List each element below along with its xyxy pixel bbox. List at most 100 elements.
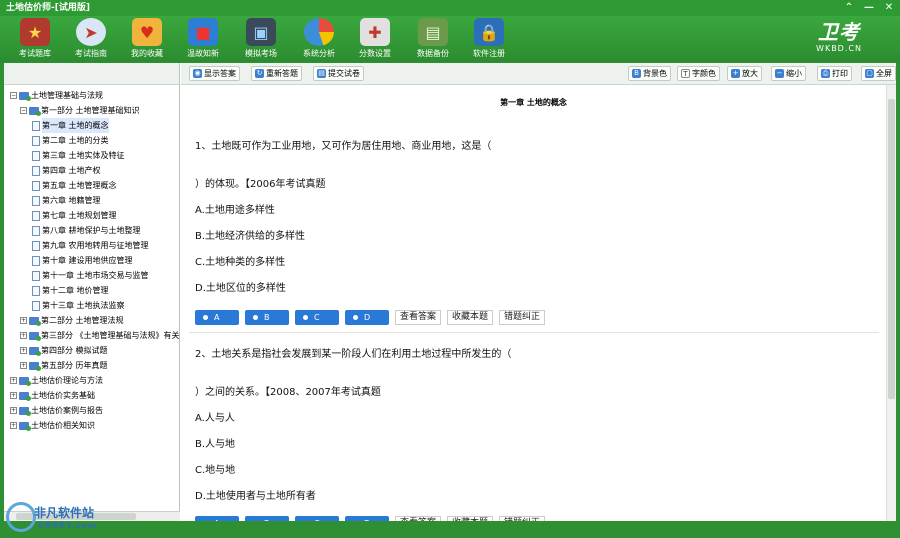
print-button[interactable]: ⎙ 打印	[817, 66, 852, 81]
question-panel: ◉ 显示答案 ↻ 重新答题 ▤ 提交试卷 B 背景色 T 字颜色 + 放大 − 缩小 ⎙ 打印 …	[181, 63, 896, 521]
expand-icon[interactable]: +	[10, 407, 17, 414]
q1-report-error-button[interactable]: 错题纠正	[499, 310, 546, 325]
tree-folder-node[interactable]: + 土地估价相关知识	[10, 418, 95, 433]
toolbar-exam-guide-button[interactable]: ➤ 考试指南	[62, 18, 120, 62]
tree-chapter-node[interactable]: 第十三章 土地执法监察	[32, 298, 125, 313]
expand-icon[interactable]: +	[10, 392, 17, 399]
document-icon	[32, 150, 40, 161]
tree-chapter-node[interactable]: 第三章 土地实体及特征	[32, 148, 125, 163]
minimize-icon[interactable]: —	[862, 1, 876, 14]
tree-folder-node[interactable]: + 第四部分 模拟试题	[20, 343, 108, 358]
toolbar-favorites-button[interactable]: ♥ 我的收藏	[118, 18, 176, 62]
refresh-icon: ↻	[255, 69, 264, 78]
tree-chapter-node[interactable]: 第十一章 土地市场交易与监管	[32, 268, 149, 283]
q1-answer-c-button[interactable]: C	[295, 310, 339, 325]
tree-chapter-node[interactable]: 第一章 土地的概念	[32, 118, 109, 133]
tree-folder-node[interactable]: + 第二部分 土地管理法规	[20, 313, 124, 328]
toolbar-analysis-button[interactable]: 系统分析	[290, 18, 348, 62]
heart-icon: ♥	[132, 18, 162, 46]
zoom-in-button[interactable]: + 放大	[727, 66, 762, 81]
q1-answer-a-button[interactable]: A	[195, 310, 239, 325]
tree-node-label: 土地估价理论与方法	[31, 376, 103, 385]
question-1-text-cont: ）的体现。【2006年考试真题	[195, 179, 326, 190]
toolbar-review-button[interactable]: ■ 温故知新	[174, 18, 232, 62]
document-icon	[32, 300, 40, 311]
toolbar-backup-button[interactable]: ▤ 数据备份	[404, 18, 462, 62]
restart-button[interactable]: ↻ 重新答题	[251, 66, 302, 81]
tree-node-label: 第九章 农用地转用与征地管理	[42, 241, 149, 250]
button-label: 缩小	[786, 69, 802, 78]
background-color-button[interactable]: B 背景色	[628, 66, 671, 81]
tree-folder-node[interactable]: + 土地估价理论与方法	[10, 373, 103, 388]
font-color-button[interactable]: T 字颜色	[677, 66, 720, 81]
folder-icon	[19, 376, 31, 386]
expand-icon[interactable]: +	[10, 377, 17, 384]
watermark-text: 非凡软件站	[34, 506, 95, 520]
tree-chapter-node[interactable]: 第二章 土地的分类	[32, 133, 109, 148]
tree-node-label: 第十二章 地价管理	[42, 286, 109, 295]
document-icon	[32, 195, 40, 206]
tree-folder-node[interactable]: + 土地估价实务基础	[10, 388, 95, 403]
tree-chapter-node[interactable]: 第六章 地籍管理	[32, 193, 101, 208]
radio-icon	[303, 315, 308, 320]
q1-favorite-button[interactable]: 收藏本题	[447, 310, 494, 325]
window-title-bar: 土地估价师-[试用版] ⌃ — ✕	[0, 0, 900, 16]
expand-icon[interactable]: +	[10, 422, 17, 429]
expand-icon[interactable]: +	[20, 332, 27, 339]
zoom-out-button[interactable]: − 缩小	[771, 66, 806, 81]
submit-exam-button[interactable]: ▤ 提交试卷	[313, 66, 364, 81]
chapter-tree: − 土地管理基础与法规 − 第一部分 土地管理基础知识 第一章 土地的概念 第二章 土地的…	[4, 85, 180, 511]
show-answer-button[interactable]: ◉ 显示答案	[189, 66, 240, 81]
toolbar-label: 温故知新	[187, 49, 219, 58]
expand-icon[interactable]: +	[20, 347, 27, 354]
question-2-option-a: A.人与人	[195, 413, 235, 424]
tree-node-label: 第三部分 《土地管理基础与法规》有关计算	[41, 331, 180, 340]
q1-view-answer-button[interactable]: 查看答案	[395, 310, 442, 325]
toolbar-mock-exam-button[interactable]: ▣ 模拟考场	[232, 18, 290, 62]
scrollbar-thumb[interactable]	[888, 99, 895, 399]
logo-subtext: WKBD.CN	[816, 44, 862, 53]
expand-icon[interactable]: +	[20, 362, 27, 369]
zoom-in-icon: +	[731, 69, 740, 78]
q1-answer-d-button[interactable]: D	[345, 310, 389, 325]
document-icon	[32, 165, 40, 176]
restore-icon[interactable]: ⌃	[842, 1, 856, 14]
tree-chapter-node[interactable]: 第七章 土地规划管理	[32, 208, 117, 223]
question-content: 第一章 土地的概念 1、土地既可作为工业用地，又可作为居住用地、商业用地，这是（…	[181, 85, 886, 521]
fullscreen-button[interactable]: ▢ 全屏	[861, 66, 896, 81]
collapse-icon[interactable]: −	[10, 92, 17, 99]
tree-node-label: 第四章 土地产权	[42, 166, 101, 175]
tree-folder-node[interactable]: + 第三部分 《土地管理基础与法规》有关计算	[20, 328, 180, 343]
tree-folder-node[interactable]: + 第五部分 历年真题	[20, 358, 108, 373]
tree-chapter-node[interactable]: 第十章 建设用地供应管理	[32, 253, 133, 268]
question-2-option-d: D.土地使用者与土地所有者	[195, 491, 316, 502]
tree-chapter-node[interactable]: 第九章 农用地转用与征地管理	[32, 238, 149, 253]
toolbar-register-button[interactable]: 🔒 软件注册	[460, 18, 518, 62]
toolbar-label: 我的收藏	[131, 49, 163, 58]
toolbar-label: 考试指南	[75, 49, 107, 58]
toolbar-score-settings-button[interactable]: ✚ 分数设置	[346, 18, 404, 62]
tree-chapter-node[interactable]: 第五章 土地管理概念	[32, 178, 117, 193]
tree-node-label: 第七章 土地规划管理	[42, 211, 117, 220]
tree-folder-node[interactable]: + 土地估价案例与报告	[10, 403, 103, 418]
toolbar-question-bank-button[interactable]: ★ 考试题库	[6, 18, 64, 62]
tree-node-label: 第四部分 模拟试题	[41, 346, 108, 355]
submit-icon: ▤	[317, 69, 326, 78]
question-vertical-scrollbar[interactable]	[886, 85, 896, 521]
expand-icon[interactable]: +	[20, 317, 27, 324]
tree-folder-node[interactable]: − 第一部分 土地管理基础知识	[20, 103, 140, 118]
button-label: 提交试卷	[328, 69, 360, 78]
answer-label: C	[314, 313, 320, 322]
book-icon: ★	[20, 18, 50, 46]
close-icon[interactable]: ✕	[882, 1, 896, 14]
tree-folder-node[interactable]: − 土地管理基础与法规	[10, 88, 103, 103]
tree-chapter-node[interactable]: 第八章 耕地保护与土地整理	[32, 223, 141, 238]
tree-node-label: 第十三章 土地执法监察	[42, 301, 125, 310]
chapter-title: 第一章 土地的概念	[500, 98, 567, 107]
tree-node-label: 第八章 耕地保护与土地整理	[42, 226, 141, 235]
q1-answer-b-button[interactable]: B	[245, 310, 289, 325]
tree-chapter-node[interactable]: 第十二章 地价管理	[32, 283, 109, 298]
tree-chapter-node[interactable]: 第四章 土地产权	[32, 163, 101, 178]
lock-icon: 🔒	[474, 18, 504, 46]
collapse-icon[interactable]: −	[20, 107, 27, 114]
